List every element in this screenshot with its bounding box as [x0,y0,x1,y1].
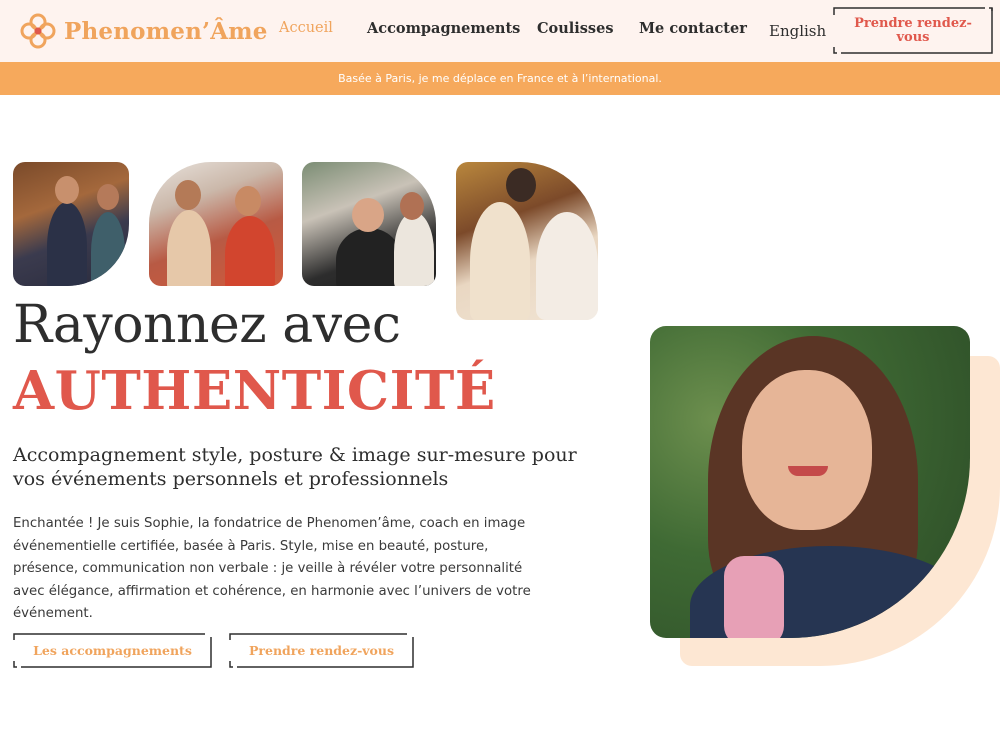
header-appointment-button[interactable]: Prendre rendez-vous [833,7,993,54]
site-header: Phenomen’Âme Accueil Accompagnements Cou… [0,0,1000,62]
hero-subtitle: Accompagnement style, posture & image su… [13,444,577,490]
photo-dress-styling [149,162,283,286]
nav-accueil[interactable]: Accueil [279,20,333,36]
rdv-button-label: Prendre rendez-vous [249,643,394,658]
location-banner: Basée à Paris, je me déplace en France e… [0,62,1000,95]
rdv-button[interactable]: Prendre rendez-vous [229,633,414,668]
photo-suit-fitting [13,162,129,286]
hero-intro: Enchantée ! Je suis Sophie, la fondatric… [13,516,531,621]
nav-accompagnements[interactable]: Accompagnements [367,20,520,37]
language-switch[interactable]: English [769,22,826,40]
accompagnements-button[interactable]: Les accompagnements [13,633,212,668]
nav-coulisses[interactable]: Coulisses [537,20,614,37]
photo-dress-fitting [456,162,598,320]
nav-me-contacter[interactable]: Me contacter [639,20,747,37]
logo-mandala-icon [20,13,56,49]
hero-title-line2: AUTHENTICITÉ [13,360,496,422]
brand-logo[interactable]: Phenomen’Âme [18,10,268,52]
photo-client-session [302,162,436,286]
accompagnements-button-label: Les accompagnements [33,643,192,658]
brand-name: Phenomen’Âme [64,17,268,45]
portrait-photo [650,326,970,638]
hero-title-line1: Rayonnez avec [13,295,401,355]
